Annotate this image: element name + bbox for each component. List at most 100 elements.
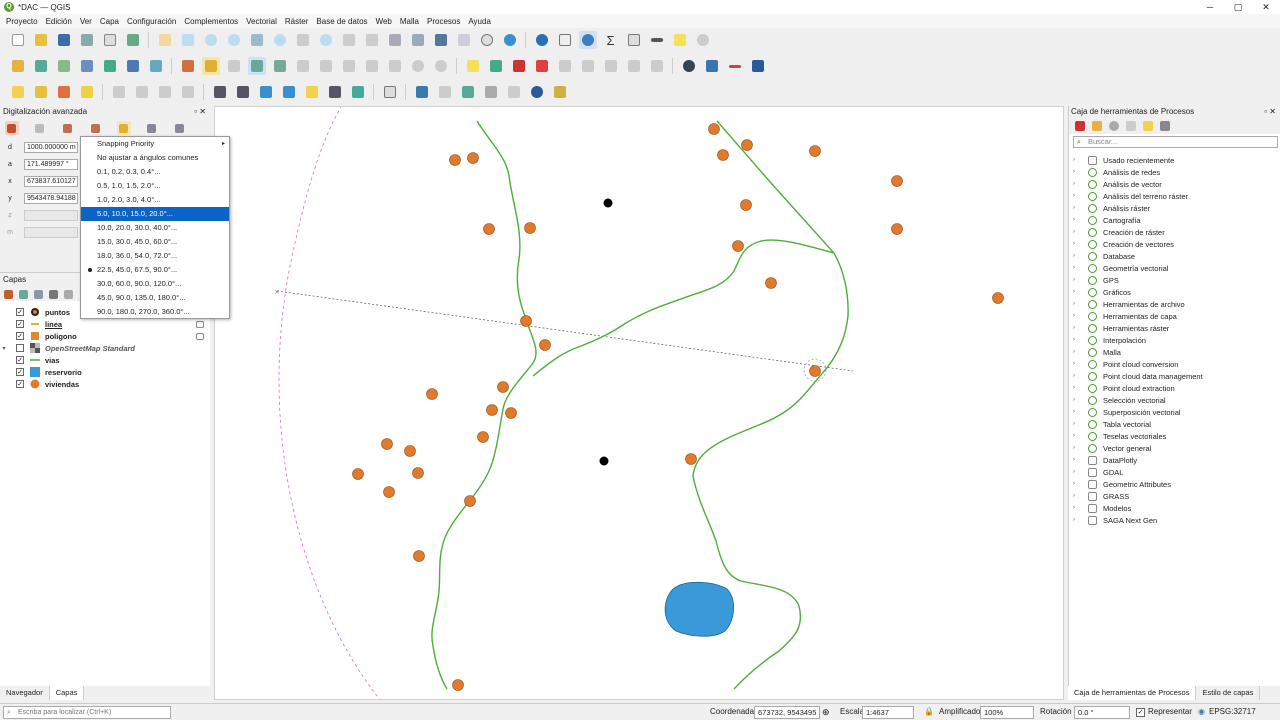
menu-ver[interactable]: Ver — [76, 17, 96, 26]
processing-item[interactable]: › SAGA Next Gen — [1073, 514, 1157, 526]
expand-arrow-icon[interactable]: › — [1073, 409, 1081, 415]
select-features-icon[interactable] — [9, 83, 27, 101]
tab-navegador[interactable]: Navegador — [0, 686, 50, 700]
bookmark-icon[interactable] — [432, 31, 450, 49]
map-svg[interactable]: × — [215, 107, 1064, 700]
house-point[interactable] — [404, 445, 416, 457]
menu-angle-15[interactable]: 15.0, 30.0, 45.0, 60.0°... — [81, 235, 229, 249]
expand-arrow-icon[interactable]: › — [1073, 421, 1081, 427]
add-vector-layer-icon[interactable] — [32, 57, 50, 75]
processing-item[interactable]: › Point cloud conversion — [1073, 358, 1178, 370]
processing-item[interactable]: › GDAL — [1073, 466, 1123, 478]
open-project-icon[interactable] — [32, 31, 50, 49]
house-point[interactable] — [464, 495, 476, 507]
digitize-line-icon[interactable] — [247, 57, 266, 75]
identify-icon[interactable] — [533, 31, 551, 49]
processing-item[interactable]: › Malla — [1073, 346, 1121, 358]
select-location-icon[interactable] — [78, 83, 96, 101]
floater-icon[interactable] — [145, 121, 159, 135]
crs-globe-icon[interactable]: ◉ — [1198, 707, 1205, 717]
zoom-native-icon[interactable] — [317, 31, 335, 49]
house-point[interactable] — [486, 404, 498, 416]
processing-item[interactable]: › Herramientas de capa — [1073, 310, 1177, 322]
modify-attributes-icon[interactable] — [294, 57, 312, 75]
label-change-icon[interactable] — [602, 57, 620, 75]
zoom-full-icon[interactable] — [248, 31, 266, 49]
rotate-feature-icon[interactable] — [505, 83, 523, 101]
reshape-icon[interactable] — [179, 83, 197, 101]
house-point[interactable] — [524, 222, 536, 234]
expand-all-icon[interactable] — [64, 289, 73, 299]
toggle-editing-icon[interactable] — [201, 57, 220, 75]
move-feature-icon[interactable] — [482, 83, 500, 101]
topology-icon[interactable] — [303, 83, 321, 101]
enable-cad-icon[interactable] — [4, 121, 19, 135]
expand-arrow-icon[interactable]: › — [1073, 385, 1081, 391]
processing-item[interactable]: › Herramientas ráster — [1073, 322, 1169, 334]
paste-features-icon[interactable] — [386, 57, 404, 75]
expand-arrow-icon[interactable]: › — [1073, 349, 1081, 355]
expand-arrow-icon[interactable]: › — [1073, 217, 1081, 223]
add-virtual-layer-icon[interactable] — [147, 57, 165, 75]
house-point[interactable] — [741, 139, 753, 151]
label-rotate-icon[interactable] — [579, 57, 597, 75]
house-point[interactable] — [992, 292, 1004, 304]
expand-arrow-icon[interactable]: › — [1073, 397, 1081, 403]
menu-angle-5[interactable]: 5.0, 10.0, 15.0, 20.0°... — [81, 207, 229, 221]
edit-features-icon[interactable] — [1143, 121, 1153, 131]
expand-arrow-icon[interactable]: › — [1073, 517, 1081, 523]
menu-angle-30[interactable]: 30.0, 60.0, 90.0, 120.0°... — [81, 277, 229, 291]
attribute-form-icon[interactable] — [133, 83, 151, 101]
tab-processing-toolbox[interactable]: Caja de herramientas de Procesos — [1068, 686, 1197, 700]
layer-checkbox[interactable] — [16, 344, 24, 352]
perpendicular-icon[interactable] — [89, 121, 103, 135]
processing-item[interactable]: › Point cloud extraction — [1073, 382, 1175, 394]
cut-features-icon[interactable] — [340, 57, 358, 75]
menu-angle-45[interactable]: 45.0, 90.0, 135.0, 180.0°... — [81, 291, 229, 305]
menu-angle-1[interactable]: 1.0, 2.0, 3.0, 4.0°... — [81, 193, 229, 207]
expand-arrow-icon[interactable]: › — [1073, 373, 1081, 379]
expand-arrow-icon[interactable]: › — [1073, 241, 1081, 247]
menu-vectorial[interactable]: Vectorial — [242, 17, 281, 26]
house-point[interactable] — [383, 486, 395, 498]
zoom-selection-icon[interactable] — [271, 31, 289, 49]
house-point[interactable] — [483, 223, 495, 235]
control-point[interactable] — [599, 456, 609, 466]
gps-icon[interactable] — [413, 83, 431, 101]
field-calculator-icon[interactable] — [110, 83, 128, 101]
data-source-manager-icon[interactable] — [9, 57, 27, 75]
layer-checkbox[interactable]: ✓ — [16, 356, 24, 364]
processing-item[interactable]: › Cartografía — [1073, 214, 1141, 226]
statistics-sigma-icon[interactable]: Σ — [602, 31, 620, 49]
m-field[interactable] — [24, 226, 78, 238]
menu-malla[interactable]: Malla — [396, 17, 423, 26]
house-point[interactable] — [412, 467, 424, 479]
expand-arrow-icon[interactable]: › — [1073, 181, 1081, 187]
expand-arrow-icon[interactable]: › — [1073, 157, 1081, 163]
processing-item[interactable]: › DataPlotly — [1073, 454, 1137, 466]
layer-item-viviendas[interactable]: ✓ viviendas — [0, 378, 79, 390]
zoom-next-icon[interactable] — [363, 31, 381, 49]
expand-arrow-icon[interactable]: › — [1073, 481, 1081, 487]
control-point[interactable] — [603, 198, 613, 208]
vertex-editor-icon[interactable] — [349, 83, 367, 101]
house-point[interactable] — [717, 149, 729, 161]
menu-proyecto[interactable]: Proyecto — [2, 17, 42, 26]
add-delimited-text-icon[interactable] — [55, 57, 73, 75]
expand-arrow-icon[interactable]: › — [1073, 361, 1081, 367]
menu-edicion[interactable]: Edición — [42, 17, 76, 26]
processing-item[interactable]: › Geometric Attributes — [1073, 478, 1171, 490]
layer-checkbox[interactable]: ✓ — [16, 332, 24, 340]
map-tips-icon[interactable] — [671, 31, 689, 49]
house-point[interactable] — [426, 388, 438, 400]
pan-icon[interactable] — [156, 31, 174, 49]
tracing-icon[interactable] — [280, 83, 298, 101]
menu-web[interactable]: Web — [372, 17, 396, 26]
new-map-view-icon[interactable] — [386, 31, 404, 49]
processing-item[interactable]: › Database — [1073, 250, 1135, 262]
menu-angle-90[interactable]: 90.0, 180.0, 270.0, 360.0°... — [81, 305, 229, 319]
cad-settings-icon[interactable] — [173, 121, 187, 135]
processing-item[interactable]: › Análisis de vector — [1073, 178, 1162, 190]
parallel-icon[interactable] — [61, 121, 75, 135]
menu-base-de-datos[interactable]: Base de datos — [312, 17, 371, 26]
